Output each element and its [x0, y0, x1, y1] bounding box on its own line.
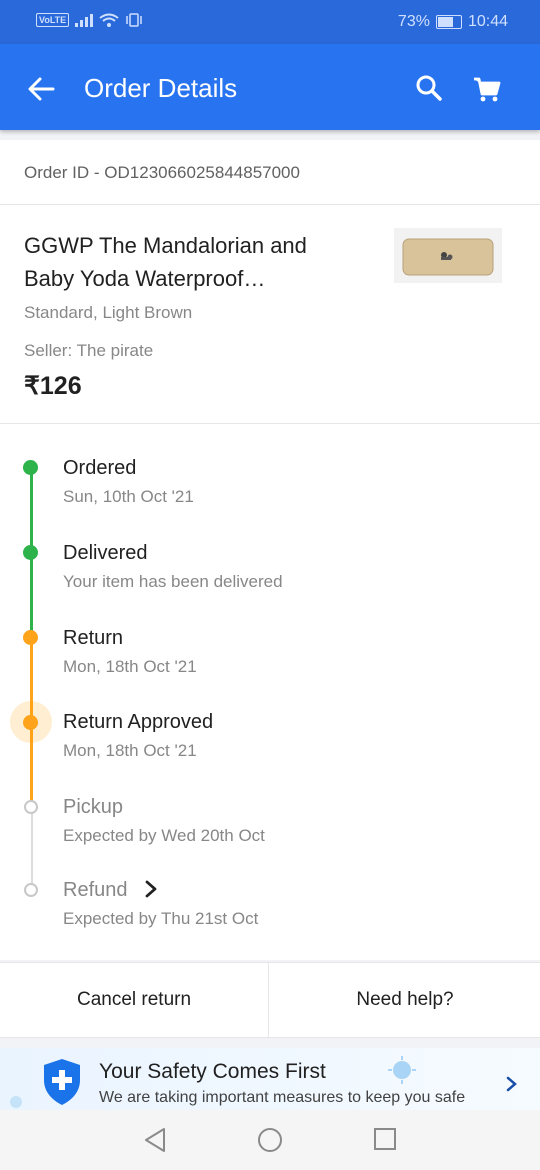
- safety-banner[interactable]: Your Safety Comes First We are taking im…: [0, 1048, 540, 1110]
- banner-subtitle: We are taking important measures to keep…: [99, 1089, 466, 1106]
- shield-plus-icon: [44, 1059, 80, 1105]
- step-subtitle: Expected by Wed 20th Oct: [63, 826, 265, 845]
- step-subtitle: Mon, 18th Oct '21: [63, 741, 197, 760]
- battery-percent: 73%: [397, 13, 430, 30]
- battery-icon: [435, 15, 462, 29]
- system-nav-bar: [0, 1110, 540, 1170]
- need-help-button[interactable]: Need help?: [270, 963, 540, 1037]
- refund-step-link[interactable]: Refund: [63, 879, 157, 902]
- clock: 10:44: [467, 13, 508, 30]
- cancel-return-button[interactable]: Cancel return: [0, 963, 269, 1037]
- nav-back-icon[interactable]: [142, 1126, 168, 1154]
- step-dot-pickup: [24, 800, 38, 814]
- step-dot-ordered: [23, 460, 38, 475]
- step-title: Pickup: [63, 796, 124, 818]
- timeline-track-pending: [31, 807, 33, 890]
- step-dot-return-approved: [23, 715, 38, 730]
- product-seller: Seller: The pirate: [24, 341, 154, 360]
- step-dot-refund: [24, 883, 38, 897]
- back-arrow-icon[interactable]: [26, 74, 56, 104]
- step-title: Delivered: [63, 542, 148, 564]
- sun-decoration-icon: [388, 1056, 416, 1084]
- product-title[interactable]: GGWP The Mandalorian and Baby Yoda Water…: [24, 229, 354, 295]
- product-card[interactable]: GGWP The Mandalorian and Baby Yoda Water…: [0, 205, 540, 424]
- order-timeline: Ordered Sun, 10th Oct '21 Delivered Your…: [0, 424, 540, 960]
- chevron-right-icon: [506, 1076, 517, 1092]
- step-title: Return Approved: [63, 711, 214, 733]
- action-bar: Cancel return Need help?: [0, 962, 540, 1038]
- step-dot-delivered: [23, 545, 38, 560]
- step-subtitle: Expected by Thu 21st Oct: [63, 909, 259, 928]
- sparkle-decoration-icon: [10, 1096, 22, 1108]
- chevron-right-icon: [145, 880, 157, 898]
- wifi-icon: [99, 13, 119, 27]
- status-left: VoLTE: [36, 13, 143, 27]
- nav-home-icon[interactable]: [257, 1126, 283, 1154]
- step-subtitle: Sun, 10th Oct '21: [63, 487, 194, 506]
- step-title: Refund: [63, 879, 128, 901]
- step-title: Ordered: [63, 457, 137, 479]
- order-id: Order ID - OD123066025844857000: [24, 163, 300, 182]
- signal-icon: [75, 14, 94, 27]
- step-subtitle: Mon, 18th Oct '21: [63, 657, 197, 676]
- vibrate-icon: [126, 13, 142, 27]
- banner-title: Your Safety Comes First: [99, 1060, 326, 1083]
- cart-icon[interactable]: [472, 74, 502, 104]
- nav-recents-icon[interactable]: [373, 1127, 397, 1151]
- status-right: 73% 10:44: [398, 13, 508, 31]
- product-image[interactable]: [394, 228, 502, 283]
- search-icon[interactable]: [415, 74, 443, 102]
- step-subtitle: Your item has been delivered: [63, 572, 283, 591]
- product-variant: Standard, Light Brown: [24, 303, 193, 322]
- volte-badge: VoLTE: [36, 13, 70, 27]
- app-bar: Order Details: [0, 44, 540, 130]
- page-title: Order Details: [84, 73, 238, 103]
- status-bar: VoLTE 73% 10:44: [0, 0, 540, 44]
- step-dot-return: [23, 630, 38, 645]
- step-title: Return: [63, 627, 124, 649]
- product-price: ₹126: [24, 372, 82, 400]
- order-id-card: Order ID - OD123066025844857000: [0, 140, 540, 205]
